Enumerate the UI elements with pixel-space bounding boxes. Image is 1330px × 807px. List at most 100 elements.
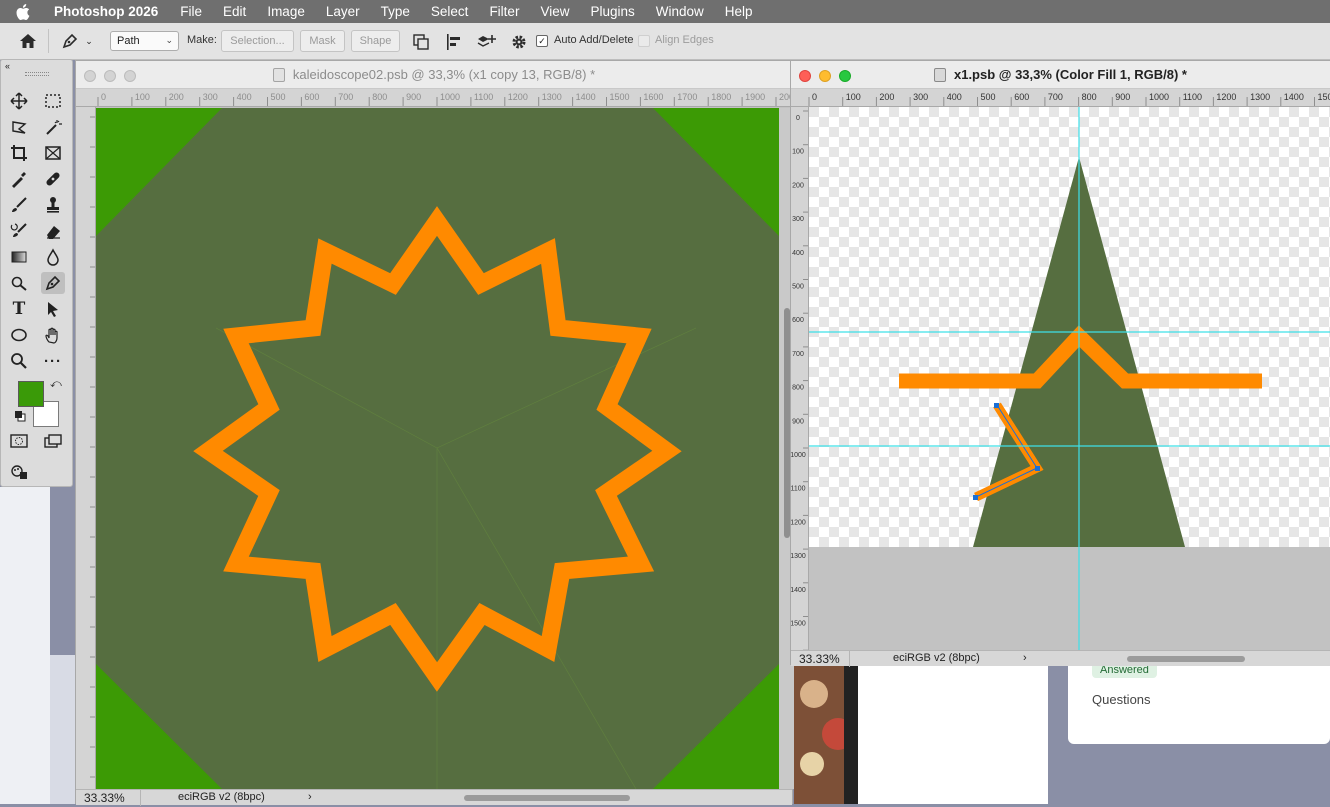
document-title-bar[interactable]: x1.psb @ 33,3% (Color Fill 1, RGB/8) * <box>791 61 1330 89</box>
magic-wand-tool[interactable] <box>41 116 65 138</box>
ruler-label: 800 <box>372 92 387 102</box>
lasso-tool[interactable] <box>7 116 31 138</box>
brush-tool[interactable] <box>7 194 31 216</box>
make-selection-button[interactable]: Selection... <box>221 30 294 52</box>
type-tool[interactable]: T <box>7 298 31 320</box>
chevron-down-icon[interactable]: ⌄ <box>84 35 94 47</box>
ruler-label: 1100 <box>474 92 493 102</box>
make-mask-button[interactable]: Mask <box>300 30 345 52</box>
background-page-left <box>0 487 50 804</box>
ruler-label: 500 <box>981 92 996 102</box>
minimize-button[interactable] <box>819 70 831 82</box>
chevron-right-icon[interactable]: › <box>1023 652 1027 664</box>
eyedropper-tool[interactable] <box>7 168 31 190</box>
home-icon[interactable] <box>18 32 38 50</box>
background-thumbnail-image <box>794 664 858 804</box>
menu-plugins[interactable]: Plugins <box>590 4 634 19</box>
quick-mask-icon[interactable] <box>7 430 31 452</box>
marquee-tool[interactable] <box>41 90 65 112</box>
crop-tool[interactable] <box>7 142 31 164</box>
spot-healing-tool[interactable] <box>41 168 65 190</box>
ruler-label: 900 <box>1115 92 1130 102</box>
status-bar: 33.33% eciRGB v2 (8bpc) › <box>76 789 792 805</box>
horizontal-scroll-thumb[interactable] <box>1127 656 1245 662</box>
eraser-tool[interactable] <box>41 220 65 242</box>
pen-tool-preset-icon[interactable] <box>58 31 82 51</box>
ruler-label: 700 <box>1048 92 1063 102</box>
app-name[interactable]: Photoshop 2026 <box>54 4 158 19</box>
ruler-label: 1200 <box>508 92 528 102</box>
close-button[interactable] <box>84 70 96 82</box>
canvas-x1[interactable] <box>809 107 1330 650</box>
swap-colors-icon[interactable]: ⤺ <box>50 378 62 391</box>
mode-select[interactable]: Path ⌄ <box>110 31 179 51</box>
ruler-label: 800 <box>1082 92 1097 102</box>
align-edges-checkbox[interactable] <box>638 35 650 47</box>
canvas-kaleidoscope[interactable] <box>96 108 779 789</box>
make-shape-button[interactable]: Shape <box>351 30 400 52</box>
vertical-ruler[interactable] <box>76 107 96 789</box>
separator <box>48 29 49 53</box>
pen-tool[interactable] <box>41 272 65 294</box>
zoom-button[interactable] <box>124 70 136 82</box>
vertical-ruler[interactable]: 0100200300400500600700800900100011001200… <box>791 107 809 650</box>
menu-image[interactable]: Image <box>267 4 305 19</box>
move-tool[interactable] <box>7 90 31 112</box>
zoom-level[interactable]: 33.33% <box>799 652 840 666</box>
ruler-label: 1300 <box>1250 92 1270 102</box>
auto-add-delete-checkbox[interactable]: ✓ <box>536 35 548 47</box>
menu-type[interactable]: Type <box>381 4 410 19</box>
ruler-label: 1000 <box>1149 92 1169 102</box>
menu-file[interactable]: File <box>180 4 202 19</box>
path-alignment-icon[interactable] <box>443 32 465 52</box>
menu-help[interactable]: Help <box>725 4 753 19</box>
horizontal-ruler[interactable]: 0100200300400500600700800900100011001200… <box>791 89 1330 107</box>
zoom-tool[interactable] <box>7 350 31 372</box>
menu-edit[interactable]: Edit <box>223 4 246 19</box>
blur-tool[interactable] <box>41 246 65 268</box>
path-arrangement-icon[interactable] <box>475 31 499 53</box>
ruler-label: 100 <box>792 149 804 156</box>
zoom-level[interactable]: 33.33% <box>84 791 125 805</box>
screen-mode-icon[interactable] <box>41 430 65 452</box>
ruler-label: 300 <box>792 216 804 223</box>
history-brush-tool[interactable] <box>7 220 31 242</box>
ruler-label: 700 <box>338 92 353 102</box>
close-button[interactable] <box>799 70 811 82</box>
horizontal-scroll-thumb[interactable] <box>464 795 630 801</box>
collapse-panel-icon[interactable]: « <box>5 61 10 71</box>
dodge-tool[interactable] <box>7 272 31 294</box>
options-bar: ⌄ Path ⌄ Make: Selection... Mask Shape ✓… <box>0 23 1330 60</box>
frame-tool[interactable] <box>41 142 65 164</box>
ruler-label: 100 <box>846 92 861 102</box>
apple-icon[interactable] <box>16 0 38 23</box>
menu-view[interactable]: View <box>540 4 569 19</box>
document-title-bar[interactable]: kaleidoscope02.psb @ 33,3% (x1 copy 13, … <box>76 61 792 89</box>
gradient-tool[interactable] <box>7 246 31 268</box>
menu-layer[interactable]: Layer <box>326 4 360 19</box>
edit-toolbar-icon[interactable] <box>7 460 31 482</box>
stamp-tool[interactable] <box>41 194 65 216</box>
path-selection-tool[interactable] <box>41 298 65 320</box>
chevron-updown-icon: ⌄ <box>165 35 173 46</box>
anchor-point <box>994 403 999 408</box>
chevron-right-icon[interactable]: › <box>308 791 312 803</box>
default-colors-icon[interactable] <box>15 411 24 420</box>
question-card: Answered Questions <box>1068 660 1330 744</box>
gear-icon[interactable] <box>509 32 529 52</box>
menu-select[interactable]: Select <box>431 4 469 19</box>
zoom-button[interactable] <box>839 70 851 82</box>
ellipse-tool[interactable] <box>7 324 31 346</box>
ruler-label: 600 <box>304 92 319 102</box>
menu-window[interactable]: Window <box>656 4 704 19</box>
horizontal-ruler[interactable]: 0100200300400500600700800900100011001200… <box>76 89 794 107</box>
panel-grip[interactable] <box>25 72 49 76</box>
path-operations-icon[interactable] <box>410 32 432 52</box>
menu-filter[interactable]: Filter <box>489 4 519 19</box>
hand-tool[interactable] <box>41 324 65 346</box>
more-tools-icon[interactable]: ··· <box>41 350 65 372</box>
ruler-label: 300 <box>203 92 218 102</box>
minimize-button[interactable] <box>104 70 116 82</box>
foreground-color-swatch[interactable] <box>18 381 44 407</box>
questions-link[interactable]: Questions <box>1092 692 1151 707</box>
